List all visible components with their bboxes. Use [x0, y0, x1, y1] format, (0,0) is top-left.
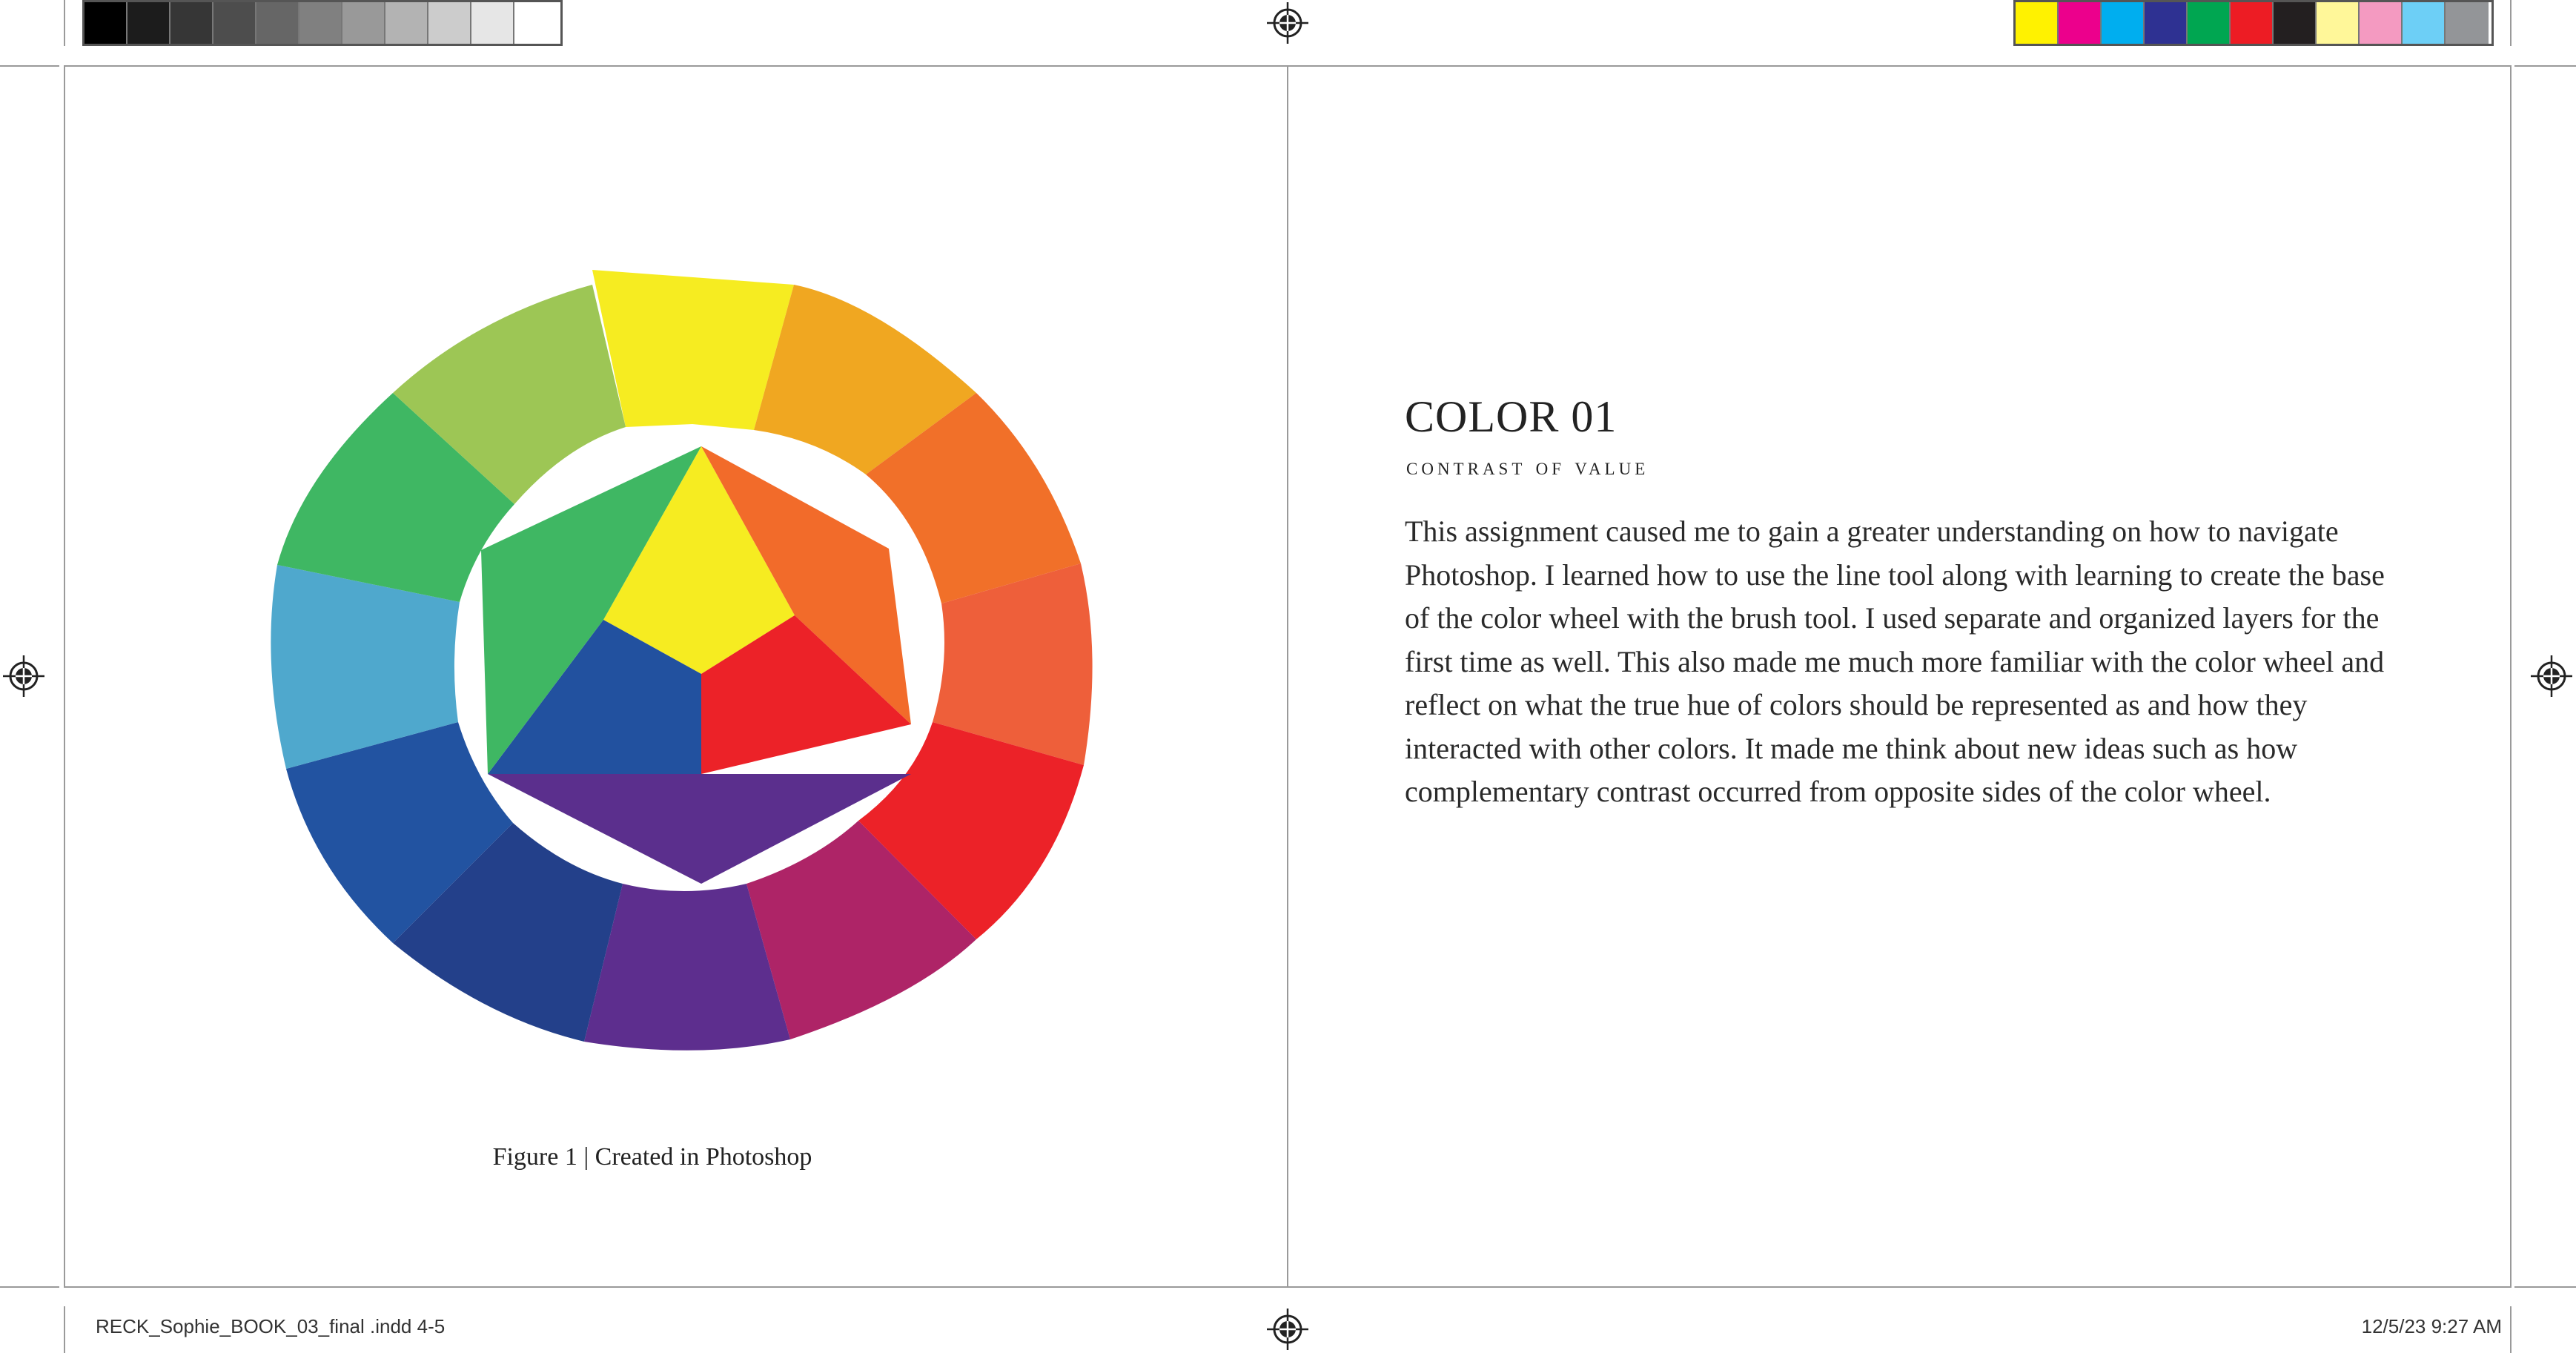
right-trim-line: [2510, 65, 2512, 1288]
gray-swatch: [514, 2, 557, 44]
crop-mark-bottom-left: [64, 1306, 65, 1353]
color-wheel-figure: [271, 270, 1093, 1051]
page-title: COLOR 01: [1405, 392, 1618, 441]
registration-mark-top: [1267, 2, 1308, 44]
figure-caption: Figure 1 | Created in Photoshop: [492, 1143, 812, 1171]
color-swatch: [2403, 2, 2446, 44]
gray-swatch: [471, 2, 514, 44]
color-swatch: [2145, 2, 2188, 44]
grayscale-color-bar: [82, 0, 563, 46]
color-swatch: [2059, 2, 2102, 44]
color-swatch: [2317, 2, 2360, 44]
gray-swatch: [256, 2, 299, 44]
crop-mark-top-right: [2510, 0, 2512, 46]
gray-swatch: [128, 2, 170, 44]
color-swatch: [2360, 2, 2403, 44]
left-trim-line: [64, 65, 65, 1288]
color-swatch: [2102, 2, 2145, 44]
gray-swatch: [85, 2, 128, 44]
registration-mark-left: [3, 655, 44, 697]
gray-swatch: [385, 2, 428, 44]
registration-mark-right: [2531, 655, 2572, 697]
color-swatch: [2231, 2, 2274, 44]
color-swatch: [2274, 2, 2317, 44]
page-subtitle: CONTRAST OF VALUE: [1406, 454, 1649, 480]
body-paragraph: This assignment caused me to gain a grea…: [1405, 515, 2385, 808]
gray-swatch: [213, 2, 256, 44]
slug-file-name: RECK_Sophie_BOOK_03_final .indd 4-5: [96, 1315, 446, 1337]
spine-line: [1287, 65, 1288, 1288]
bottom-trim-line-right: [2514, 1286, 2576, 1288]
top-trim-line-left: [0, 65, 59, 67]
gray-swatch: [428, 2, 471, 44]
crop-mark-top-left: [64, 0, 65, 46]
gray-swatch: [170, 2, 213, 44]
bottom-trim-line-left: [0, 1286, 59, 1288]
color-swatch: [2188, 2, 2231, 44]
gray-swatch: [299, 2, 342, 44]
gray-swatch: [342, 2, 385, 44]
inner-hexagon: [481, 446, 911, 884]
color-swatch: [2016, 2, 2059, 44]
top-trim-line-right: [2514, 65, 2576, 67]
registration-mark-bottom: [1267, 1309, 1308, 1350]
process-color-bar: [2013, 0, 2494, 46]
color-swatch: [2446, 2, 2489, 44]
slug-timestamp: 12/5/23 9:27 AM: [2361, 1315, 2502, 1337]
crop-mark-bottom-right: [2510, 1306, 2512, 1353]
